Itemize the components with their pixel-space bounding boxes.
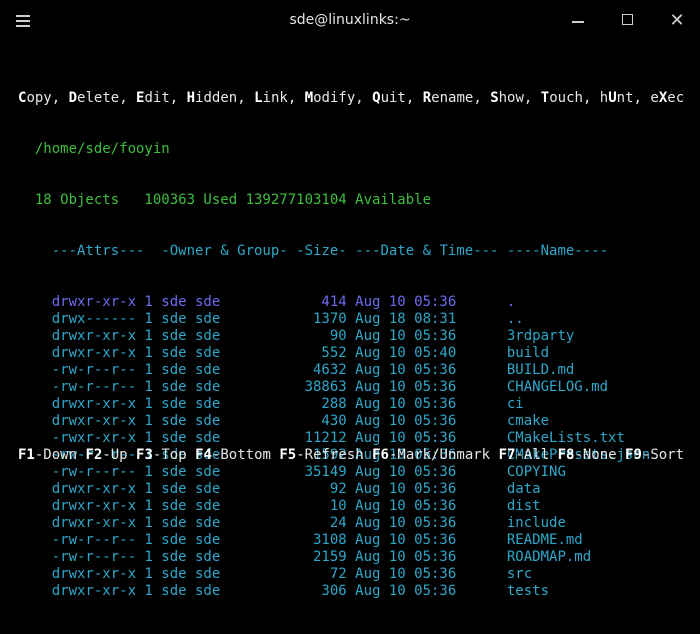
summary-line: 18 Objects 100363 Used 139277103104 Avai… [18,192,684,209]
fkey-f8[interactable]: F8-None [558,447,617,463]
menu-item[interactable]: eXec [650,90,684,106]
fkey-f6[interactable]: F6-Mark/Unmark [372,447,490,463]
command-menu: Copy, Delete, Edit, Hidden, Link, Modify… [18,90,685,106]
close-icon[interactable]: ✕ [666,10,688,32]
menu-item[interactable]: Rename [423,90,474,106]
maximize-icon[interactable] [618,10,640,32]
file-row[interactable]: drwxr-xr-x 1 sde sde 10 Aug 10 05:36 dis… [18,498,684,515]
fkey-f9[interactable]: F9-Sort [625,447,684,463]
terminal-window: sde@linuxlinks:~ ✕ Copy, Delete, Edit, H… [0,0,700,599]
menu-item[interactable]: Modify [305,90,356,106]
minimize-icon[interactable] [568,10,590,32]
file-row[interactable]: -rw-r--r-- 1 sde sde 3108 Aug 10 05:36 R… [18,532,684,549]
file-row[interactable]: -rw-r--r-- 1 sde sde 38863 Aug 10 05:36 … [18,379,684,396]
fkey-f4[interactable]: F4-Bottom [195,447,271,463]
current-path: /home/sde/fooyin [18,141,684,158]
fkey-f3[interactable]: F3-Top [136,447,187,463]
file-row[interactable]: drwxr-xr-x 1 sde sde 430 Aug 10 05:36 cm… [18,413,684,430]
file-row[interactable]: -rw-r--r-- 1 sde sde 35149 Aug 10 05:36 … [18,464,684,481]
file-row[interactable]: drwxr-xr-x 1 sde sde 306 Aug 10 05:36 te… [18,583,684,600]
file-row[interactable]: drwxr-xr-x 1 sde sde 92 Aug 10 05:36 dat… [18,481,684,498]
file-row[interactable]: drwxr-xr-x 1 sde sde 288 Aug 10 05:36 ci [18,396,684,413]
title-bar: sde@linuxlinks:~ ✕ [0,0,700,42]
path-text: /home/sde/fooyin [34,141,170,157]
menu-item[interactable]: hUnt [600,90,634,106]
menu-item[interactable]: Edit [136,90,170,106]
file-row[interactable]: drwxr-xr-x 1 sde sde 72 Aug 10 05:36 src [18,566,684,583]
terminal-content: Copy, Delete, Edit, Hidden, Link, Modify… [18,56,684,634]
fkey-f5[interactable]: F5-Refresh [279,447,363,463]
menu-item[interactable]: Hidden [187,90,238,106]
column-header-text: ---Attrs--- -Owner & Group- -Size- ---Da… [51,243,609,259]
menu-item[interactable]: Quit [372,90,406,106]
file-row[interactable]: -rw-r--r-- 1 sde sde 4632 Aug 10 05:36 B… [18,362,684,379]
file-row[interactable]: -rwxr-xr-x 1 sde sde 11212 Aug 10 05:36 … [18,430,684,447]
file-row[interactable]: drwxr-xr-x 1 sde sde 552 Aug 10 05:40 bu… [18,345,684,362]
menu-item[interactable]: Touch [541,90,583,106]
file-row[interactable]: drwx------ 1 sde sde 1370 Aug 18 08:31 .… [18,311,684,328]
file-row[interactable]: drwxr-xr-x 1 sde sde 90 Aug 10 05:36 3rd… [18,328,684,345]
fkey-f7[interactable]: F7-All [499,447,550,463]
window-title: sde@linuxlinks:~ [289,12,411,28]
fkey-f1[interactable]: F1-Down [18,447,77,463]
summary-text: 18 Objects 100363 Used 139277103104 Avai… [34,192,432,208]
fkey-f2[interactable]: F2-Up [85,447,127,463]
function-key-bar: F1-Down F2-Up F3-Top F4-Bottom F5-Refres… [18,447,684,463]
menu-item[interactable]: Show [490,90,524,106]
file-row[interactable]: drwxr-xr-x 1 sde sde 24 Aug 10 05:36 inc… [18,515,684,532]
file-row[interactable]: -rw-r--r-- 1 sde sde 2159 Aug 10 05:36 R… [18,549,684,566]
column-header: ---Attrs--- -Owner & Group- -Size- ---Da… [18,243,684,260]
file-row[interactable]: drwxr-xr-x 1 sde sde 414 Aug 10 05:36 . [18,294,684,311]
menu-item[interactable]: Copy [18,90,52,106]
menu-item[interactable]: Link [254,90,288,106]
menu-item[interactable]: Delete [69,90,120,106]
